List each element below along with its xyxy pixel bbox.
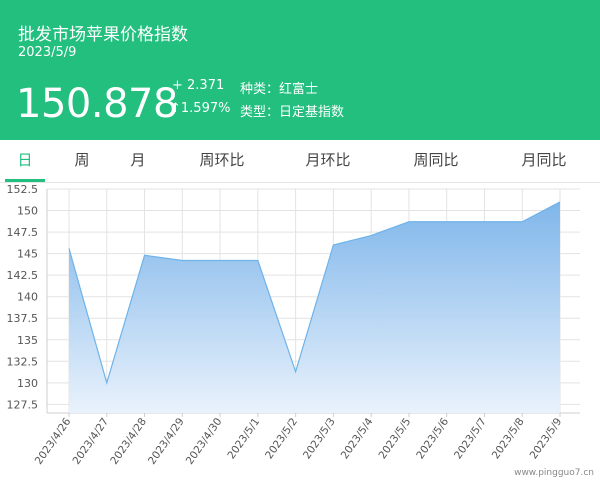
x-tick-label: 2023/5/3: [301, 416, 338, 462]
y-tick-label: 130: [17, 377, 38, 390]
x-tick-label: 2023/4/28: [108, 416, 149, 467]
tab-month-year-over-year[interactable]: 月同比: [512, 140, 576, 180]
y-tick-label: 127.5: [7, 398, 39, 411]
y-tick-label: 142.5: [7, 269, 39, 282]
y-tick-label: 152.5: [7, 183, 39, 196]
x-tick-label: 2023/5/5: [376, 416, 413, 462]
y-tick-label: 135: [17, 334, 38, 347]
x-tick-label: 2023/5/1: [225, 416, 262, 462]
header: 批发市场苹果价格指数 2023/5/9 150.878 + 2.371 ↑1.5…: [0, 0, 600, 140]
variety-label: 种类：红富士: [240, 82, 319, 97]
period-tabs: 日 周 月 周环比 月环比 周同比 月同比: [0, 140, 600, 183]
index-type-label: 类型：日定基指数: [240, 105, 345, 120]
tab-day[interactable]: 日: [5, 140, 45, 182]
price-index-chart: 127.5 130 132.5 135 137.5 140 142.5 145 147.5 150…: [7, 183, 580, 467]
x-tick-label: 2023/4/27: [71, 416, 112, 467]
y-tick-label: 132.5: [7, 355, 39, 368]
y-tick-label: 147.5: [7, 226, 39, 239]
x-tick-label: 2023/5/8: [490, 416, 527, 462]
tab-week[interactable]: 周: [62, 140, 102, 180]
y-tick-label: 137.5: [7, 312, 39, 325]
y-tick-label: 150: [17, 205, 38, 218]
x-tick-label: 2023/5/9: [528, 416, 565, 462]
x-tick-label: 2023/5/6: [414, 416, 451, 462]
watermark: www.pingguo7.cn: [514, 468, 594, 478]
x-tick-label: 2023/5/2: [263, 416, 300, 462]
price-value: 150.878: [16, 81, 178, 127]
tab-week-over-week[interactable]: 周环比: [190, 140, 254, 180]
x-tick-label: 2023/5/4: [339, 416, 376, 462]
y-tick-label: 145: [17, 248, 38, 261]
y-tick-label: 140: [17, 291, 38, 304]
tab-week-year-over-year[interactable]: 周同比: [404, 140, 468, 180]
change-value: + 2.371: [172, 78, 225, 93]
change-percent: ↑1.597%: [170, 101, 231, 116]
page-title: 批发市场苹果价格指数: [18, 25, 188, 45]
x-tick-label: 2023/4/26: [33, 416, 74, 467]
tab-month[interactable]: 月: [118, 140, 158, 180]
date-label: 2023/5/9: [18, 45, 77, 60]
x-tick-label: 2023/4/30: [184, 416, 225, 467]
x-tick-label: 2023/4/29: [146, 416, 187, 467]
tab-month-over-month[interactable]: 月环比: [296, 140, 360, 180]
x-tick-label: 2023/5/7: [452, 416, 489, 462]
